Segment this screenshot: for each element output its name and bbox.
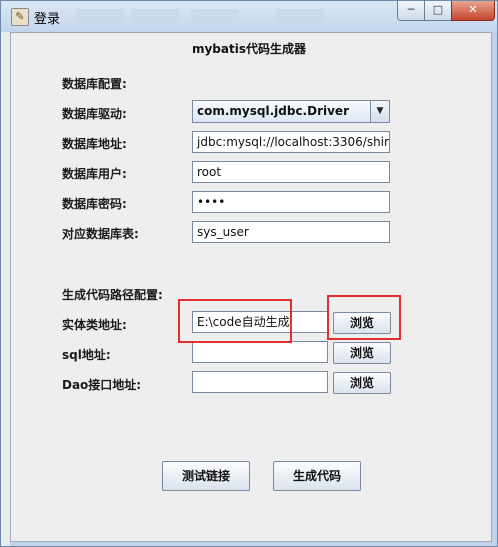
db-user-field[interactable]: root bbox=[192, 161, 390, 183]
test-connection-button[interactable]: 测试链接 bbox=[162, 461, 250, 491]
db-table-field[interactable]: sys_user bbox=[192, 221, 390, 243]
dao-path-field[interactable] bbox=[192, 371, 328, 393]
sql-path-field[interactable] bbox=[192, 341, 328, 363]
driver-select[interactable]: com.mysql.jdbc.Driver ▼ bbox=[192, 100, 390, 123]
db-password-field[interactable]: •••• bbox=[192, 191, 390, 213]
left-border-strip bbox=[1, 32, 10, 546]
maximize-button[interactable]: □ bbox=[424, 1, 452, 21]
page-title: mybatis代码生成器 bbox=[191, 42, 306, 56]
generate-code-button[interactable]: 生成代码 bbox=[273, 461, 361, 491]
driver-label: 数据库驱动: bbox=[62, 107, 127, 121]
dao-path-label: Dao接口地址: bbox=[62, 378, 142, 392]
dao-browse-button[interactable]: 浏览 bbox=[333, 372, 391, 394]
password-label: 数据库密码: bbox=[62, 197, 127, 211]
driver-select-value: com.mysql.jdbc.Driver bbox=[197, 104, 349, 118]
user-label: 数据库用户: bbox=[62, 167, 127, 181]
path-section-title: 生成代码路径配置: bbox=[62, 288, 163, 302]
close-button[interactable]: ✕ bbox=[451, 1, 495, 21]
minimize-button[interactable]: ─ bbox=[397, 1, 425, 21]
chevron-down-icon[interactable]: ▼ bbox=[370, 101, 389, 122]
db-url-field[interactable]: jdbc:mysql://localhost:3306/shirotes bbox=[192, 131, 390, 153]
url-label: 数据库地址: bbox=[62, 137, 127, 151]
background-toolbar-item bbox=[191, 9, 239, 23]
sql-browse-button[interactable]: 浏览 bbox=[333, 342, 391, 364]
window-title: 登录 bbox=[34, 12, 61, 27]
highlight-box bbox=[327, 295, 401, 340]
entity-path-label: 实体类地址: bbox=[62, 318, 127, 332]
db-section-title: 数据库配置: bbox=[62, 77, 127, 91]
highlight-box bbox=[178, 299, 292, 343]
title-bar[interactable]: ✎ 登录 ─ □ ✕ bbox=[1, 1, 497, 31]
table-label: 对应数据库表: bbox=[62, 227, 139, 241]
background-toolbar-item bbox=[131, 9, 179, 23]
sql-path-label: sql地址: bbox=[62, 348, 111, 362]
background-toolbar-item bbox=[76, 9, 124, 23]
background-toolbar-item bbox=[276, 9, 324, 23]
app-icon: ✎ bbox=[11, 8, 29, 26]
